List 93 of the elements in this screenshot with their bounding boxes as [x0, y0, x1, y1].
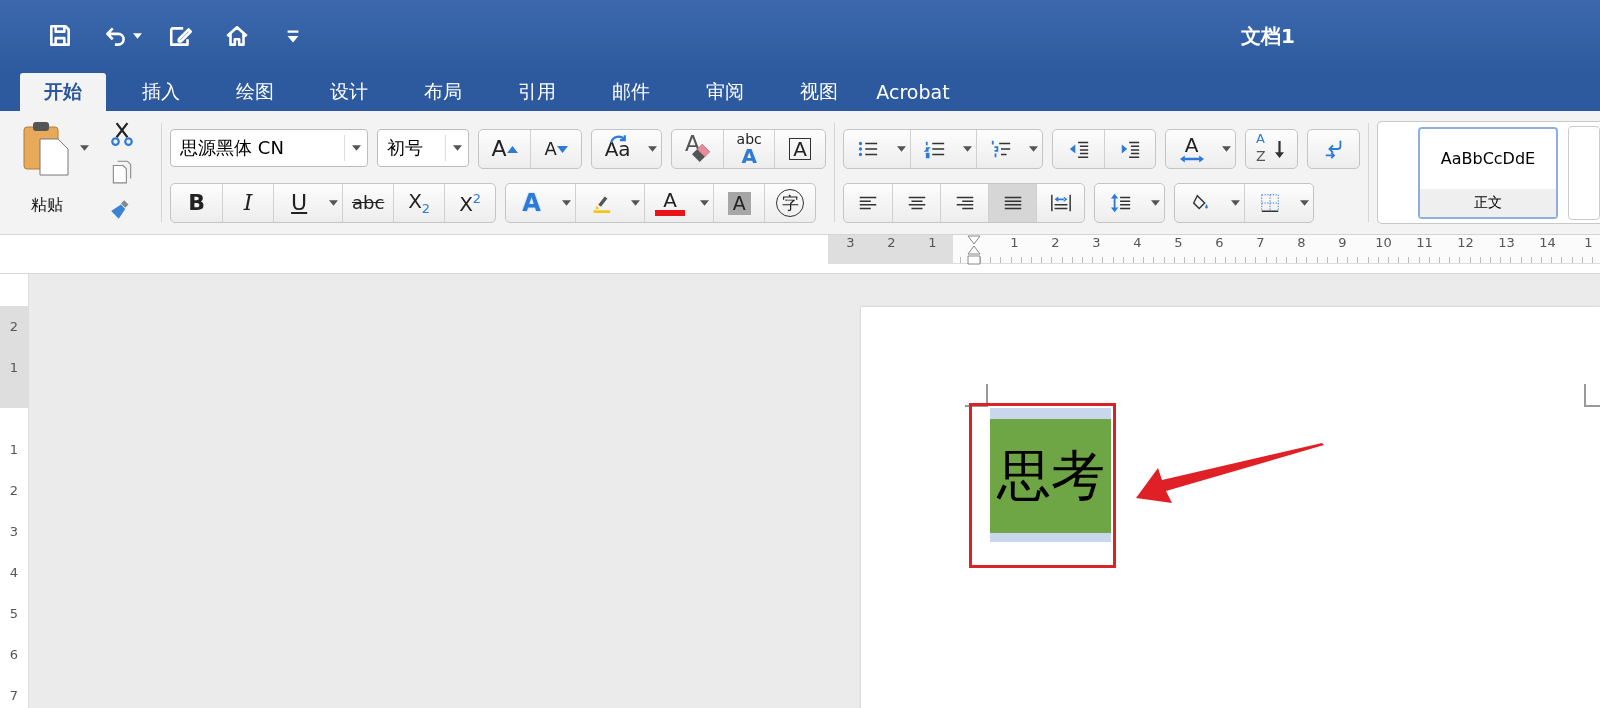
ribbon-tab[interactable]: Acrobat	[866, 73, 960, 111]
ribbon-tab[interactable]: 视图	[772, 73, 866, 111]
caret-icon	[647, 145, 657, 153]
ruler-number: 7	[8, 687, 20, 705]
character-border-button[interactable]: A	[774, 130, 826, 168]
caret-icon	[1230, 199, 1240, 207]
font-size-field[interactable]: 初号	[377, 129, 470, 167]
caret-icon	[1150, 199, 1160, 207]
strikethrough-button[interactable]: abc	[342, 184, 394, 222]
double-arrow-icon	[1179, 155, 1204, 163]
home-icon[interactable]	[224, 23, 250, 49]
change-case-button[interactable]: Aa	[592, 130, 644, 168]
ribbon-tab[interactable]: 插入	[114, 73, 208, 111]
ruler-number: 2	[8, 482, 20, 500]
caret-icon[interactable]	[133, 32, 142, 40]
shrink-font-button[interactable]: A	[530, 130, 582, 168]
ruler-number: 7	[1255, 235, 1266, 251]
ruler-number: 4	[1132, 235, 1143, 251]
ruler-number: 6	[8, 646, 20, 664]
bold-button[interactable]: B	[171, 184, 223, 222]
underline-button[interactable]: U	[273, 184, 325, 222]
grow-font-button[interactable]: A	[479, 130, 531, 168]
indent-marker-icon[interactable]	[967, 235, 981, 265]
color-bar	[655, 210, 686, 216]
style-sample: AaBbCcDdE	[1439, 148, 1537, 170]
caret-icon	[1221, 145, 1231, 153]
window-title: 文档1	[1241, 22, 1295, 50]
ruler-number: 4	[8, 564, 20, 582]
caret-icon[interactable]	[351, 144, 361, 152]
asian-layout-button[interactable]: A	[1166, 130, 1218, 168]
ruler-number: 8	[1296, 235, 1307, 251]
script-button[interactable]: X$_{2}$	[393, 184, 445, 222]
caret-icon	[328, 199, 338, 207]
scissors-icon[interactable]	[109, 121, 135, 147]
font-color-button[interactable]: A	[644, 184, 696, 222]
script-button[interactable]: X$^{2}$	[444, 184, 496, 222]
ruler-number: 13	[1497, 235, 1516, 251]
character-shading-button[interactable]: A	[713, 184, 765, 222]
clipboard-icon	[22, 119, 72, 177]
text-effects-button[interactable]: A	[506, 184, 558, 222]
italic-button[interactable]: I	[222, 184, 274, 222]
up-triangle-icon	[506, 145, 518, 153]
font-name-field[interactable]: 思源黑体 CN	[170, 129, 369, 167]
ruler-number: 1	[1583, 235, 1594, 251]
ruler-number: 6	[1214, 235, 1225, 251]
down-arrow-icon	[1275, 140, 1285, 158]
ribbon-tab[interactable]: 引用	[490, 73, 584, 111]
style-card[interactable]: AaBbCcDdE 正文	[1418, 126, 1558, 219]
caret-icon	[896, 145, 906, 153]
ruler-number: 9	[1337, 235, 1348, 251]
caret-icon	[962, 145, 972, 153]
ruler-number: 12	[1456, 235, 1475, 251]
distribute-icon	[1048, 192, 1073, 214]
ruler-number: 3	[845, 235, 856, 252]
ribbon-tab[interactable]: 邮件	[584, 73, 678, 111]
ribbon-tab[interactable]: 布局	[396, 73, 490, 111]
ruler-number: 1	[8, 441, 20, 459]
ruler-number: 11	[1415, 235, 1434, 251]
sort-button[interactable]: A Z	[1246, 130, 1298, 168]
ruler-number: 2	[886, 235, 897, 252]
ruler-number: 3	[8, 523, 20, 541]
margin-corner-icon	[1583, 384, 1600, 408]
enclose-character-button[interactable]: 字	[764, 184, 816, 222]
ribbon-tab[interactable]: 开始	[20, 73, 106, 111]
caret-icon	[561, 199, 571, 207]
ruler-number: 5	[1173, 235, 1184, 251]
ruler-number: 14	[1538, 235, 1557, 251]
style-name: 正文	[1420, 188, 1556, 217]
margin-corner-icon	[965, 384, 989, 408]
caret-icon[interactable]	[452, 144, 462, 152]
ribbon-tab[interactable]: 设计	[302, 73, 396, 111]
ruler-number: 10	[1374, 235, 1393, 251]
ruler-number: 1	[1009, 235, 1020, 251]
ribbon-tab[interactable]: 绘图	[208, 73, 302, 111]
caret-icon	[1028, 145, 1038, 153]
justify-button[interactable]	[988, 184, 1037, 222]
phonetic-guide-button[interactable]: abc A	[723, 130, 775, 168]
caret-icon	[1299, 199, 1309, 207]
caret-icon	[699, 199, 709, 207]
table-cell: 思考	[990, 408, 1111, 542]
save-icon[interactable]	[47, 23, 73, 49]
curved-arrow-icon	[610, 134, 627, 144]
ruler-number: 2	[1050, 235, 1061, 251]
ruler-number: 1	[8, 359, 20, 377]
caret-icon[interactable]	[80, 145, 89, 152]
down-triangle-icon	[556, 145, 568, 153]
ruler-number: 5	[8, 605, 20, 623]
ruler-number: 3	[1091, 235, 1102, 251]
paste-button[interactable]: 粘贴	[0, 111, 72, 234]
ruler-number: 1	[927, 235, 938, 252]
caret-icon	[630, 199, 640, 207]
ruler-number: 2	[8, 318, 20, 336]
ribbon-tab[interactable]: 审阅	[678, 73, 772, 111]
